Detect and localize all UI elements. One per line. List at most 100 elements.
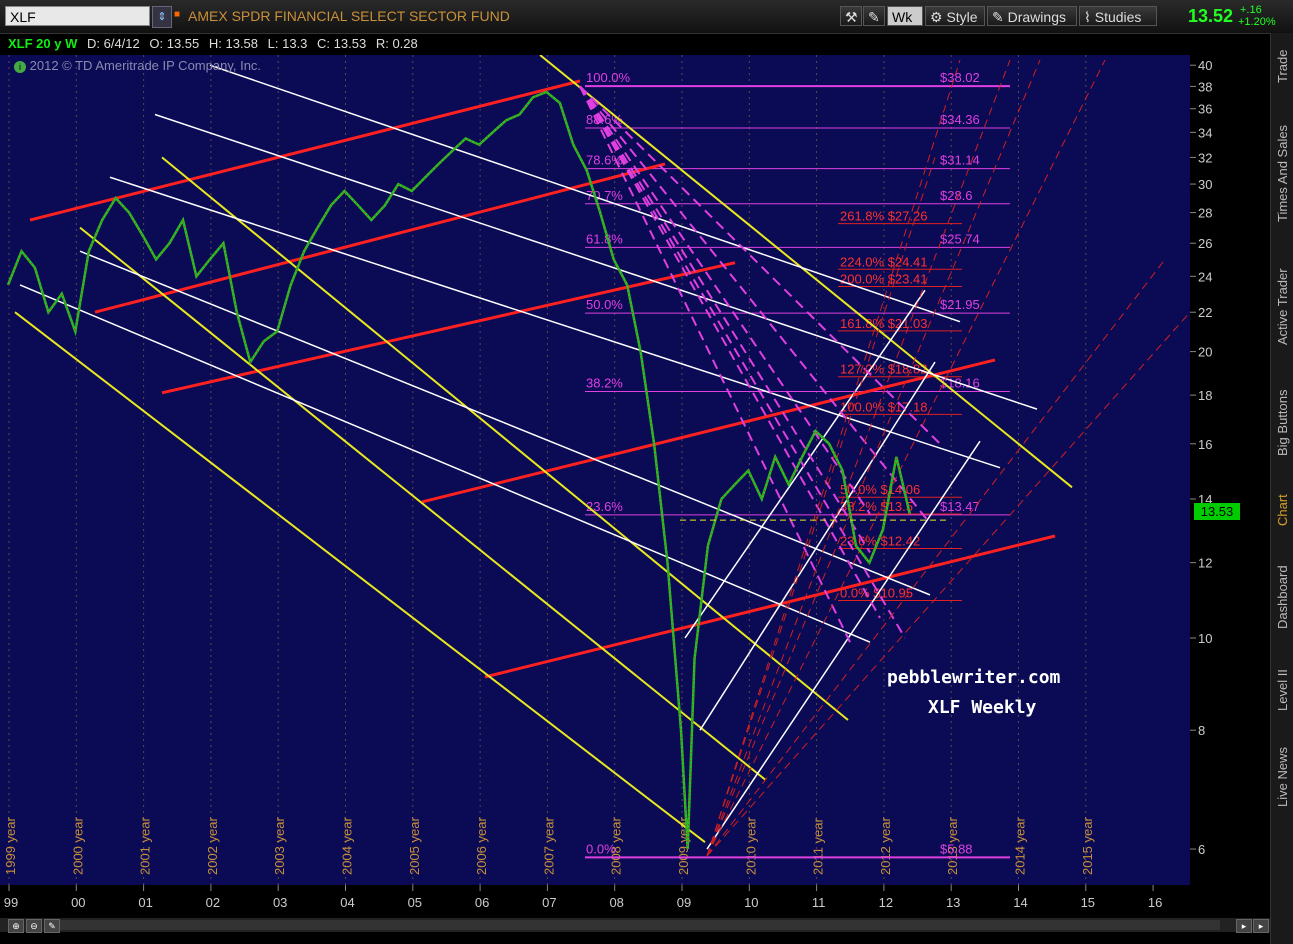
x-tick-label: 04	[340, 895, 354, 910]
x-tick-label: 00	[71, 895, 85, 910]
zoom-in-icon[interactable]: ⊕	[8, 919, 24, 933]
change-abs: +.16	[1240, 4, 1262, 16]
scroll-thumb[interactable]	[60, 920, 1220, 930]
chart-plot-area[interactable]: 1999 year 2000 year 2001 year 2002 year 2003…	[0, 55, 1190, 885]
red-channel-line	[161, 261, 736, 395]
scroll-end-icon[interactable]: ▸	[1253, 919, 1269, 933]
style-button[interactable]: ⚙ Style	[925, 6, 985, 26]
year-label: 2014 year	[1013, 817, 1028, 875]
change-pct: +1.20%	[1238, 16, 1276, 28]
red-fan-line	[706, 259, 1166, 857]
tab-trade[interactable]: Trade	[1273, 35, 1292, 97]
yellow-channel-line	[79, 226, 766, 781]
draw-icon[interactable]: ✎	[44, 919, 60, 933]
year-label: 2001 year	[138, 817, 153, 875]
tab-live-news[interactable]: Live News	[1273, 733, 1292, 821]
fib-retracement-label: 38.2%	[586, 375, 623, 390]
y-tick-label: 6	[1198, 842, 1205, 857]
fib-retracement-value: $25.74	[940, 231, 980, 246]
fib-retracement-label: 0.0%	[586, 841, 616, 856]
fib-retracement-value: $5.88	[940, 841, 973, 856]
studies-label: Studies	[1094, 9, 1142, 25]
year-label: 2010 year	[743, 817, 758, 875]
x-tick-label: 15	[1081, 895, 1095, 910]
chart-scrollbar[interactable]: ⊕ ⊖ ✎ ▸ ▸	[0, 918, 1270, 933]
fib-extension-label: 161.8% $21.03	[840, 316, 927, 331]
fib-retracement-label: 50.0%	[586, 297, 623, 312]
x-tick-label: 08	[609, 895, 623, 910]
price-chart[interactable]: 1999 year 2000 year 2001 year 2002 year 2003…	[0, 55, 1190, 885]
price-axis-svg: 6810121416182022242628303234363840	[1190, 58, 1212, 857]
red-fan-line	[706, 59, 1011, 857]
tab-times-and-sales[interactable]: Times And Sales	[1273, 105, 1292, 241]
fib-retracement-value: $28.6	[940, 188, 973, 203]
yellow-channel-line	[161, 156, 849, 721]
x-tick-label: 11	[812, 895, 826, 910]
fib-retracement-value: $21.95	[940, 297, 980, 312]
y-tick-label: 30	[1198, 177, 1212, 192]
red-channel-line	[29, 79, 581, 222]
fib-retracement-value: $31.14	[940, 153, 980, 168]
x-tick-label: 02	[206, 895, 220, 910]
time-axis-svg: 99 00 01 02 03 04 05 06 07 08 09 10 11 12 13 14 15 16	[4, 885, 1162, 910]
info-ticker[interactable]: XLF 20 y W	[8, 36, 77, 51]
drawings-label: Drawings	[1007, 9, 1066, 25]
fund-name: AMEX SPDR FINANCIAL SELECT SECTOR FUND	[188, 8, 510, 24]
wrench-icon[interactable]: ✎	[863, 6, 885, 26]
tab-big-buttons[interactable]: Big Buttons	[1273, 373, 1292, 473]
symbol-dropdown-icon[interactable]: ⇕	[152, 6, 172, 28]
time-axis[interactable]: 99 00 01 02 03 04 05 06 07 08 09 10 11 12 13 14 15 16	[0, 885, 1270, 944]
magenta-fan-line	[579, 85, 931, 524]
fib-retracement-value: $34.36	[940, 112, 980, 127]
tab-dashboard[interactable]: Dashboard	[1273, 551, 1292, 643]
y-tick-label: 36	[1198, 102, 1212, 117]
info-close: C: 13.53	[317, 36, 367, 51]
x-tick-label: 05	[408, 895, 422, 910]
year-label: 2003 year	[272, 817, 287, 875]
x-tick-label: 12	[879, 895, 893, 910]
magenta-fan-line	[579, 85, 871, 515]
x-tick-label: 13	[946, 895, 960, 910]
fib-extension-label: 50.0% $14.06	[840, 482, 920, 497]
info-high: H: 13.58	[208, 36, 259, 51]
tab-chart[interactable]: Chart	[1273, 481, 1292, 539]
fib-extension-label: 224.0% $24.41	[840, 254, 927, 269]
y-tick-label: 38	[1198, 79, 1212, 94]
year-label: 2012 year	[878, 817, 893, 875]
x-tick-label: 07	[542, 895, 556, 910]
y-tick-label: 34	[1198, 125, 1212, 140]
year-label: 2002 year	[205, 817, 220, 875]
y-tick-label: 40	[1198, 58, 1212, 73]
symbol-input[interactable]: XLF	[5, 6, 150, 26]
year-label: 2015 year	[1080, 817, 1095, 875]
red-fan-line	[706, 59, 961, 857]
tools-icon[interactable]: ⚒	[840, 6, 862, 26]
price-tag: 13.53	[1194, 503, 1240, 520]
studies-button[interactable]: ⌇ Studies	[1079, 6, 1157, 26]
x-tick-label: 09	[677, 895, 691, 910]
studies-icon: ⌇	[1084, 9, 1095, 25]
x-tick-label: 99	[4, 895, 18, 910]
year-label: 2006 year	[474, 817, 489, 875]
price-axis[interactable]: 6 8 10 12 14 16 18 20 22 24 26 28 30 32 34 36 38 40	[1190, 55, 1270, 885]
info-range: R: 0.28	[375, 36, 418, 51]
wk-button[interactable]: Wk	[887, 6, 923, 26]
year-label: 2007 year	[541, 817, 556, 875]
y-tick-label: 16	[1198, 437, 1212, 452]
x-tick-label: 06	[475, 895, 489, 910]
scroll-right-icon[interactable]: ▸	[1236, 919, 1252, 933]
zoom-out-icon[interactable]: ⊖	[26, 919, 42, 933]
tab-level-ii[interactable]: Level II	[1273, 655, 1292, 725]
y-tick-label: 8	[1198, 723, 1205, 738]
drawings-button[interactable]: ✎ Drawings	[987, 6, 1077, 26]
tab-active-trader[interactable]: Active Trader	[1273, 251, 1292, 363]
red-channel-line	[421, 358, 996, 504]
fib-retracement-value: $13.47	[940, 499, 980, 514]
fib-retracement-label: 61.8%	[586, 231, 623, 246]
y-tick-label: 20	[1198, 345, 1212, 360]
fib-extension-label: 200.0% $23.41	[840, 272, 927, 287]
white-channel-line	[79, 250, 931, 596]
info-bar: XLF 20 y W D: 6/4/12 O: 13.55 H: 13.58 L…	[8, 34, 424, 54]
y-tick-label: 12	[1198, 556, 1212, 571]
fib-retracement-label: 100.0%	[586, 70, 631, 85]
